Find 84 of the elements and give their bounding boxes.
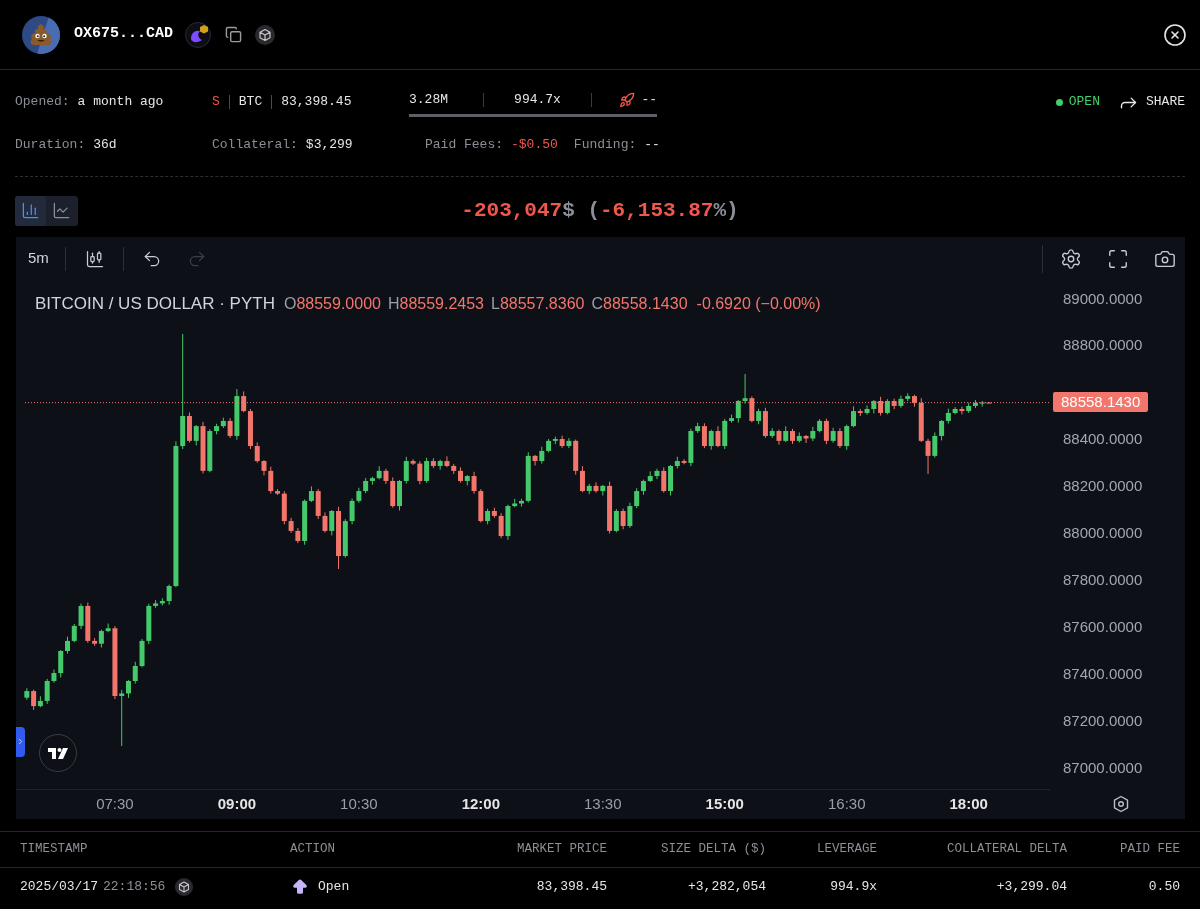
interval-button[interactable]: 5m: [28, 247, 49, 270]
position-side: S: [212, 93, 220, 112]
ohlc-key: L: [491, 291, 500, 316]
time-axis-label: 15:00: [705, 793, 744, 814]
ohlc-value: 88557.8360: [499, 293, 585, 314]
stat-value: 36d: [93, 136, 117, 155]
time-axis-label: 07:30: [96, 793, 134, 814]
cube-icon[interactable]: [175, 877, 194, 896]
bar-chart-icon: [21, 201, 40, 221]
action-label: Open: [318, 877, 350, 896]
sidebar-toggle-button[interactable]: [16, 726, 25, 757]
column-header: COLLATERAL DELTA: [946, 840, 1067, 858]
stat-label: Paid Fees:: [425, 136, 503, 155]
ohlc-key: H: [387, 291, 400, 316]
price-axis-label: 88000.0000: [1063, 524, 1143, 542]
time-axis-label: 09:00: [217, 793, 257, 814]
bar-chart-view-button[interactable]: [15, 195, 46, 226]
table-cell-text: +3,299.04: [996, 877, 1067, 896]
stat-value: $3,299: [305, 136, 353, 155]
stat-label: Duration:: [15, 136, 86, 155]
share-button[interactable]: SHARE: [1118, 91, 1185, 113]
ohlc-key: O: [283, 291, 297, 316]
entry-price: 83,398.45: [281, 93, 352, 112]
last-price-tag: 88558.1430: [1053, 392, 1149, 413]
line-chart-icon: [52, 201, 71, 221]
price-axis-label: 87600.0000: [1063, 617, 1143, 636]
price-axis-label: 87800.0000: [1063, 570, 1143, 589]
close-icon: [1163, 22, 1187, 47]
table-cell-text: 83,398.45: [536, 877, 607, 896]
column-header: ACTION: [290, 840, 335, 858]
stat-label: Opened:: [15, 93, 70, 112]
pnl-value: -203,047$ (-6,153.87%): [461, 198, 739, 224]
time-axis-label: 18:00: [949, 793, 988, 814]
asset-symbol: BTC: [238, 93, 263, 112]
stat-value: --: [644, 136, 660, 155]
table-cell-text: +3,282,054: [688, 877, 766, 896]
rocket-icon: [619, 91, 636, 108]
column-header: LEVERAGE: [817, 840, 877, 858]
ohlc-key: C: [591, 291, 603, 316]
price-axis-label: 88200.0000: [1063, 477, 1143, 496]
price-axis-label: 87000.0000: [1063, 758, 1143, 777]
column-header: MARKET PRICE: [517, 840, 607, 858]
column-header: SIZE DELTA ($): [660, 840, 766, 858]
close-button[interactable]: [1163, 22, 1187, 47]
status-label: OPEN: [1068, 93, 1100, 112]
arrow-up-icon: [291, 877, 309, 896]
hexagon-settings-icon[interactable]: [1112, 794, 1130, 813]
column-header: TIMESTAMP: [20, 840, 88, 858]
badge-icon[interactable]: [185, 21, 212, 48]
table-cell-text: 0.50: [1148, 877, 1180, 896]
metric-value: --: [641, 90, 657, 109]
price-axis-label: 87400.0000: [1063, 664, 1143, 683]
metric-value: 994.7x: [514, 90, 561, 109]
ohlc-value: 88559.0000: [296, 293, 381, 314]
ohlc-value: 88559.2453: [399, 293, 484, 314]
time-axis-label: 10:30: [340, 793, 378, 814]
cube-icon[interactable]: [255, 24, 276, 45]
price-axis-label: 88400.0000: [1063, 430, 1143, 449]
column-header: PAID FEE: [1120, 840, 1180, 858]
price-axis-label: 87200.0000: [1063, 711, 1143, 730]
stat-label: Funding:: [573, 136, 637, 155]
price-axis-label: 88800.0000: [1063, 336, 1143, 355]
table-cell-text: 994.9x: [830, 877, 877, 896]
chevron-right-icon: [16, 737, 25, 746]
wallet-address: OX675...CAD: [74, 24, 174, 45]
settings-icon: [1060, 247, 1082, 270]
metric-value: 3.28M: [409, 90, 448, 109]
fullscreen-icon: [1107, 247, 1129, 270]
price-axis-label: 89000.0000: [1063, 289, 1143, 308]
stat-value: -$0.50: [511, 136, 558, 155]
stat-value: a month ago: [77, 93, 164, 112]
poop-avatar-icon: [22, 15, 60, 54]
time-axis-label: 13:30: [584, 793, 622, 814]
timestamp-date: 2025/03/17: [20, 877, 98, 896]
time-axis-label: 12:00: [461, 793, 500, 814]
price-change: -0.6920 (−0.00%): [696, 293, 821, 314]
chart-symbol: BITCOIN / US DOLLAR · PYTH: [35, 292, 275, 315]
ohlc-value: 88558.1430: [603, 293, 688, 314]
time-axis-label: 16:30: [827, 793, 866, 814]
candlestick-icon: [84, 248, 105, 269]
copy-icon: [224, 26, 242, 43]
chart-logo-icon[interactable]: [39, 733, 77, 772]
timestamp-time: 22:18:56: [103, 877, 166, 896]
stat-label: Collateral:: [212, 136, 298, 155]
